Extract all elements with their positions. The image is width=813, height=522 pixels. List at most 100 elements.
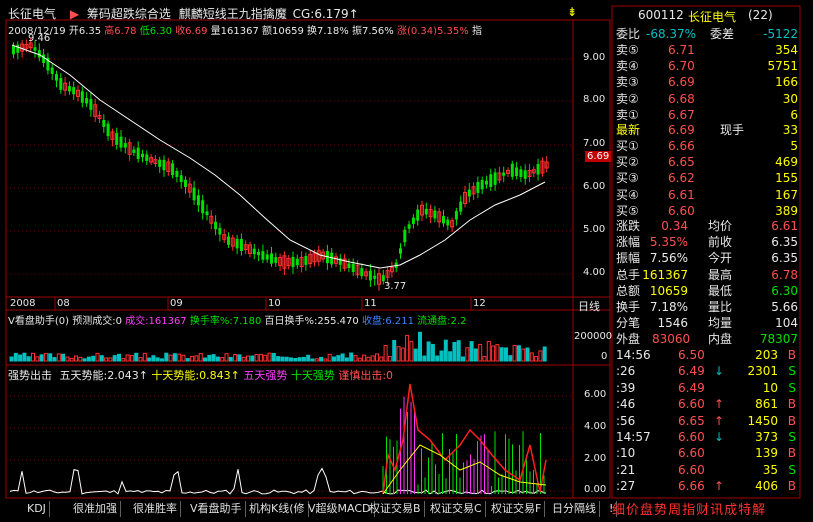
- ten-day-energy: 十天势能:0.843↑: [151, 369, 240, 382]
- formula-tab[interactable]: 机构K线(修: [246, 501, 309, 517]
- indicator-title: 强势出击: [8, 369, 52, 382]
- bid-row[interactable]: 买③ 6.62 155: [614, 170, 800, 186]
- price-tick-label: 6.00: [583, 181, 606, 192]
- month-label: 08: [57, 298, 70, 309]
- bid-row-volume: 389: [775, 203, 798, 218]
- chart-frame: [5, 19, 611, 499]
- volume-close: 收盘:6.211: [361, 316, 414, 327]
- formula-arrow-icon[interactable]: ▶: [70, 7, 79, 21]
- nav-news[interactable]: 讯: [710, 499, 723, 518]
- month-label: 11: [364, 298, 377, 309]
- outer-inner-row: 外盘 83060 内盘 78307: [616, 332, 798, 346]
- bid-row[interactable]: 买② 6.65 469: [614, 154, 800, 170]
- tick-row: :39 6.49 10 S: [616, 380, 796, 395]
- tick-row: 14:57 6.60 ↓ 373 S: [616, 430, 796, 444]
- ask-row-label: 卖⑤: [616, 43, 639, 57]
- bid-row-price: 6.62: [668, 171, 695, 186]
- formula-tab[interactable]: V超级MACD: [305, 501, 375, 517]
- ten-day-strong: 十天强势: [290, 369, 335, 382]
- volume-predict: 预测成交:0: [72, 316, 122, 327]
- lock-icon[interactable]: ⇟: [567, 5, 577, 19]
- bid-row-volume: 155: [775, 171, 798, 186]
- nav-weekly[interactable]: 周: [668, 499, 681, 518]
- nav-components[interactable]: 成: [724, 499, 737, 518]
- candlestick-series: [12, 37, 549, 291]
- nav-trend[interactable]: 势: [654, 499, 667, 518]
- turnover-rate: 换手率%:7.180: [189, 316, 262, 327]
- ask-row-volume: 354: [775, 43, 798, 57]
- formula-tab[interactable]: 权证交易F: [488, 501, 546, 517]
- ask-row[interactable]: 卖② 6.68 30: [614, 91, 800, 107]
- ask-row[interactable]: 卖① 6.67 6: [614, 107, 800, 123]
- bid-row-volume: 469: [775, 155, 798, 170]
- bid-row[interactable]: 买⑤ 6.60 389: [614, 203, 800, 219]
- price-tick-label: 9.00: [583, 52, 606, 63]
- formula-tab[interactable]: V看盘助手: [187, 501, 246, 517]
- caution-attack: 谨慎出击:0: [338, 369, 394, 382]
- bid-row-price: 6.60: [668, 203, 695, 218]
- high-mark-label: 9.46: [28, 33, 51, 44]
- moving-average-line: [11, 44, 546, 269]
- indicator-tick-label: 4.00: [584, 421, 607, 432]
- tick-row: 14:56 6.50 203 B: [616, 348, 796, 362]
- tick-row: :27 6.66 ↑ 406 B: [616, 479, 796, 494]
- ask-row-label: 卖④: [616, 59, 639, 74]
- nav-finance[interactable]: 财: [696, 499, 709, 518]
- volume-panel-title: V看盘助手(0): [8, 316, 70, 327]
- ask-row-label: 卖②: [616, 91, 639, 106]
- month-label: 10: [268, 298, 281, 309]
- nav-special[interactable]: 特: [738, 499, 751, 518]
- tick-row: :56 6.65 ↑ 1450 B: [616, 413, 796, 428]
- ask-row-price: 6.68: [668, 91, 695, 106]
- info-change: 涨(0.34)5.35%: [396, 26, 469, 37]
- cg-value: CG:6.179↑: [292, 7, 359, 21]
- price-tick-label: 5.00: [583, 224, 606, 235]
- formula-tab[interactable]: 日分隔线: [549, 501, 600, 517]
- stat-row: 总手 161367 最高 6.78: [616, 267, 798, 282]
- price-tick-label: 7.00: [583, 138, 606, 149]
- ask-row-price: 6.71: [668, 43, 695, 57]
- nav-index[interactable]: 指: [682, 499, 695, 518]
- ask-row-volume: 30: [782, 91, 798, 106]
- ask-row[interactable]: 卖⑤ 6.71 354: [614, 42, 800, 58]
- info-open: 开6.35: [68, 26, 102, 37]
- nav-analysis[interactable]: 解: [752, 499, 765, 518]
- bid-row-price: 6.66: [668, 139, 695, 153]
- formula-tab[interactable]: 很准加强: [70, 501, 121, 517]
- formula-tab[interactable]: 很准胜率: [130, 501, 181, 517]
- formula-name[interactable]: 筹码超跌综合选: [87, 7, 171, 21]
- nav-price[interactable]: 价: [626, 499, 639, 518]
- volume-panel-header: V看盘助手(0) 预测成交:0 成交:161367 换手率%:7.180 百日换…: [8, 312, 466, 327]
- formula-tab[interactable]: 权证交易B: [366, 501, 425, 517]
- ask-row-volume: 5751: [767, 59, 798, 74]
- bid-row-label: 买③: [616, 171, 639, 186]
- nav-detail[interactable]: 细: [612, 499, 625, 518]
- last-price-row: 最新 6.69 现手 33: [616, 123, 798, 137]
- formula-tab[interactable]: KDJ: [24, 501, 50, 517]
- stat-row: 总额 10659 最低 6.30: [616, 283, 798, 298]
- five-day-strong: 五天强势: [243, 369, 288, 382]
- bid-row-label: 买①: [616, 139, 639, 153]
- stock-code: 600112: [638, 8, 684, 22]
- low-mark-label: 3.77: [384, 281, 407, 292]
- info-amplitude: 振7.56%: [351, 26, 394, 37]
- indicator-tick-label: 2.00: [584, 453, 607, 464]
- bid-row[interactable]: 买④ 6.61 167: [614, 187, 800, 203]
- ask-row[interactable]: 卖④ 6.70 5751: [614, 58, 800, 74]
- info-bar: 2008/12/19 开6.35 高6.78 低6.30 收6.69 量1613…: [8, 22, 482, 37]
- bid-row-volume: 167: [775, 187, 798, 202]
- formula-detail: 麒麟短线王九指擒魔: [178, 7, 287, 21]
- ask-row[interactable]: 卖③ 6.69 166: [614, 74, 800, 90]
- nav-plate[interactable]: 盘: [640, 499, 653, 518]
- indicator-tick-label: 6.00: [584, 389, 607, 400]
- tick-row: :21 6.60 35 S: [616, 462, 796, 477]
- info-volume: 量161367: [210, 26, 259, 37]
- bid-row[interactable]: 买① 6.66 5: [614, 138, 800, 154]
- period-label[interactable]: 日线: [578, 298, 600, 314]
- quote-title: 600112 长征电气 (22): [614, 8, 800, 24]
- info-low: 低6.30: [139, 26, 172, 37]
- ask-row-price: 6.70: [668, 59, 695, 74]
- ask-row-price: 6.67: [668, 107, 695, 122]
- price-tick-label: 4.00: [583, 267, 606, 278]
- formula-tab[interactable]: 权证交易C: [427, 501, 486, 517]
